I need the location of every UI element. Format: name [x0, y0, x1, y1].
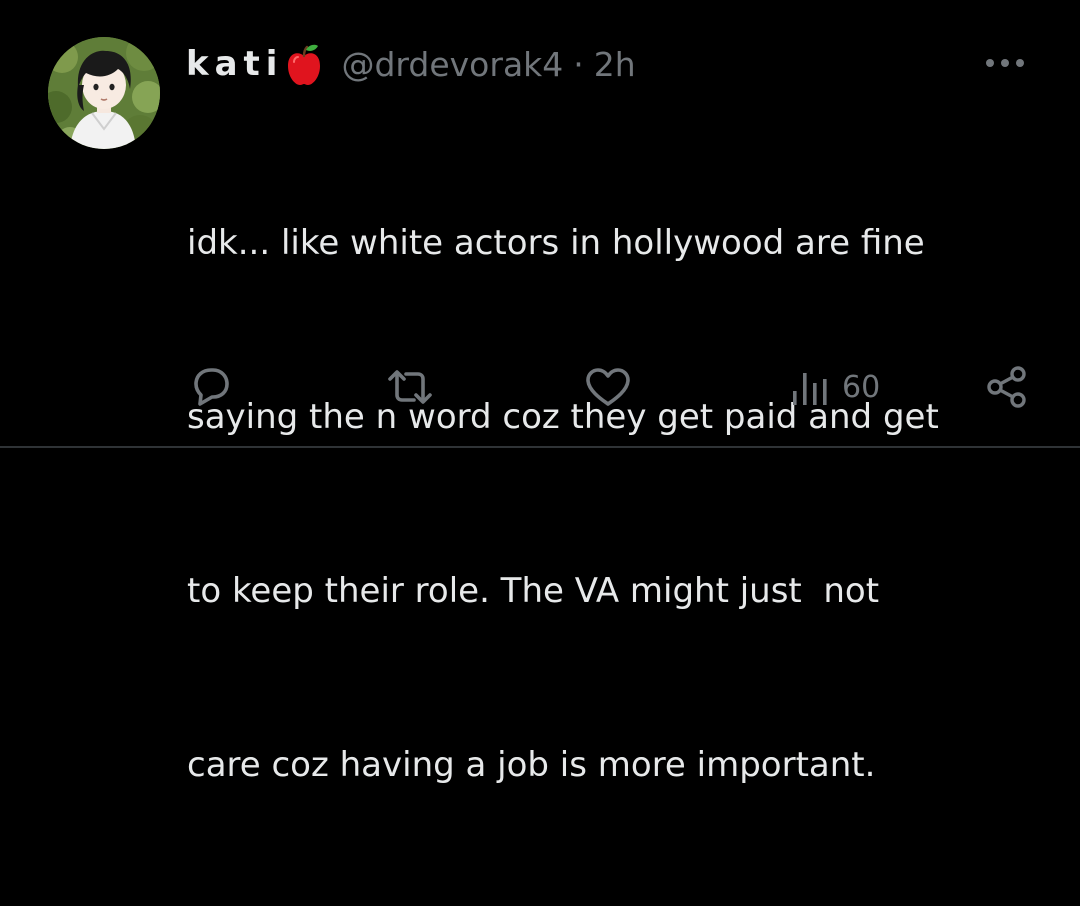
tweet-header: kati @drdevorak4 · 2h [186, 36, 636, 92]
avatar-illustration [48, 37, 160, 149]
apple-icon [285, 42, 323, 86]
more-icon [986, 59, 1024, 67]
views-button[interactable]: 60 [790, 362, 880, 412]
reply-button[interactable] [188, 362, 234, 412]
tweet-text: idk... like white actors in hollywood ar… [187, 98, 1047, 906]
like-icon [586, 368, 630, 406]
tweet-card[interactable]: kati @drdevorak4 · 2h idk... like white … [0, 0, 1080, 785]
tweet-text-line: care coz having a job is more important. [187, 745, 876, 785]
like-button[interactable] [584, 362, 632, 412]
avatar[interactable] [48, 37, 160, 149]
separator-dot: · [573, 44, 584, 84]
more-options-button[interactable] [982, 48, 1028, 78]
retweet-button[interactable] [384, 362, 436, 412]
views-count: 60 [842, 369, 881, 405]
tweet-text-line: idk... like white actors in hollywood ar… [187, 223, 925, 263]
display-name[interactable]: kati [186, 44, 283, 84]
retweet-icon [388, 370, 432, 404]
reply-icon [194, 368, 229, 406]
tweet-text-line: to keep their role. The VA might just no… [187, 571, 880, 611]
author-handle[interactable]: @drdevorak4 [341, 45, 563, 84]
divider [0, 446, 1080, 448]
share-button[interactable] [984, 362, 1030, 412]
views-icon [793, 373, 827, 405]
timestamp[interactable]: 2h [594, 45, 636, 84]
share-icon [987, 366, 1026, 408]
